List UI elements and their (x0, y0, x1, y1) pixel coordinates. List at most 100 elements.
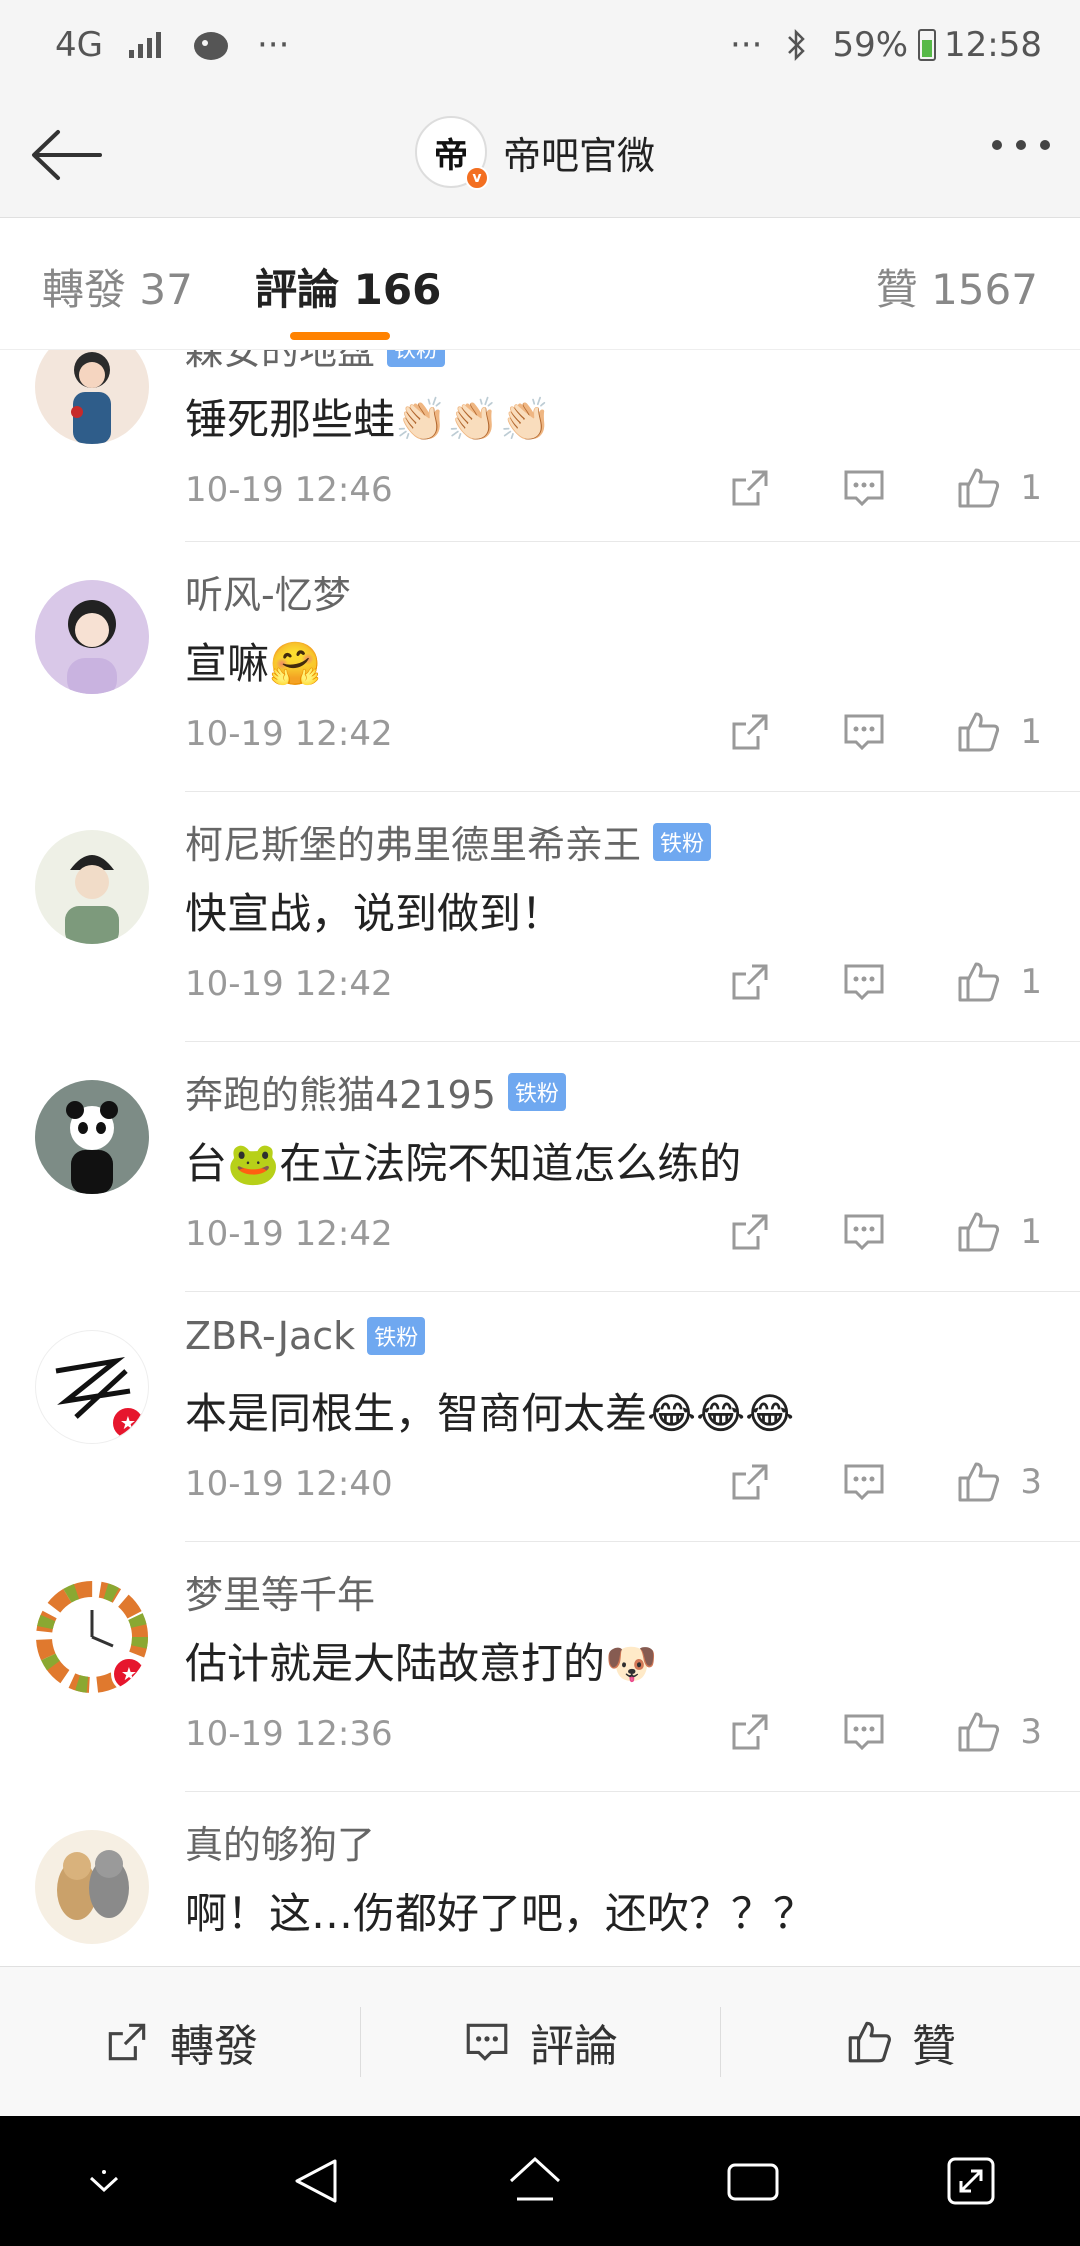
avatar[interactable] (35, 830, 149, 944)
hide-keyboard-icon[interactable] (79, 2156, 129, 2206)
comment-text: 宣嘛🤗 (185, 639, 322, 688)
comment-button[interactable]: 評論 (360, 1967, 720, 2116)
account-avatar[interactable]: 帝 v (415, 116, 489, 190)
nav-recents-icon[interactable] (723, 2151, 783, 2211)
comment-text: 快宣战，说到做到！ (185, 889, 564, 938)
clock: 12:58 (944, 25, 1042, 65)
reply-icon[interactable] (840, 1708, 888, 1756)
status-bar: 4G ··· ··· 59% 12:58 (0, 0, 1080, 90)
vip-icon: ★ (111, 1656, 147, 1692)
dot-icon (1016, 140, 1026, 150)
comment-list[interactable]: 森安的地盘 铁粉 锤死那些蛙👏🏻👏🏻👏🏻 10-19 12:46 1 听风-忆梦 … (0, 350, 1080, 1965)
comment-item: 森安的地盘 铁粉 锤死那些蛙👏🏻👏🏻👏🏻 10-19 12:46 1 (35, 350, 1080, 542)
share-icon[interactable] (726, 708, 774, 756)
bluetooth-icon (788, 28, 806, 62)
comment-time: 10-19 12:40 (185, 1464, 393, 1504)
like-count: 1 (1020, 712, 1042, 752)
battery-icon (918, 29, 937, 61)
share-icon[interactable] (726, 1208, 774, 1256)
like-icon[interactable] (954, 958, 1002, 1006)
bottom-action-bar: 轉發 評論 贊 (0, 1966, 1080, 2116)
comment-username[interactable]: 梦里等千年 (185, 1564, 375, 1619)
comment-actions: 3 (660, 1458, 1042, 1506)
reply-icon[interactable] (840, 464, 888, 512)
like-icon[interactable] (954, 708, 1002, 756)
share-icon[interactable] (726, 464, 774, 512)
signal-icon (128, 32, 161, 58)
fan-badge: 铁粉 (507, 1072, 566, 1111)
share-icon[interactable] (726, 1458, 774, 1506)
repost-label: 轉發 (170, 2020, 258, 2072)
share-icon[interactable] (726, 958, 774, 1006)
tab-repost[interactable]: 轉發 37 (42, 256, 193, 317)
comment-text: 啊！这…伤都好了吧，还吹？？？ (185, 1889, 816, 1938)
like-count: 1 (1020, 1212, 1042, 1252)
more-options-button[interactable] (992, 140, 1050, 150)
vip-icon: ★ (110, 1405, 146, 1441)
like-icon[interactable] (954, 464, 1002, 512)
avatar[interactable] (35, 580, 149, 694)
reply-icon[interactable] (840, 1208, 888, 1256)
battery-percent: 59% (832, 25, 909, 65)
tab-likes[interactable]: 贊 1567 (876, 256, 1038, 317)
nav-home-icon[interactable] (505, 2151, 565, 2211)
back-button[interactable] (28, 120, 108, 190)
fan-badge: 铁粉 (387, 350, 446, 367)
comment-text: 本是同根生，智商何太差😂😂😂 (185, 1389, 795, 1438)
like-button[interactable]: 贊 (720, 1967, 1080, 2116)
comment-item: ★ 梦里等千年 估计就是大陆故意打的🐶 10-19 12:36 3 (35, 1542, 1080, 1792)
avatar[interactable]: ★ (35, 1580, 149, 1694)
like-count: 3 (1020, 1462, 1042, 1502)
comment-time: 10-19 12:42 (185, 1214, 393, 1254)
comment-actions: 1 (660, 1208, 1042, 1256)
dot-icon (1040, 140, 1050, 150)
app-notification-icon (193, 32, 228, 60)
comment-username[interactable]: 真的够狗了 (185, 1814, 375, 1869)
comment-time: 10-19 12:42 (185, 714, 393, 754)
comment-username[interactable]: 奔跑的熊猫42195 (185, 1064, 496, 1119)
share-icon (108, 2023, 146, 2060)
nav-back-icon[interactable] (287, 2151, 347, 2211)
back-arrow-icon (32, 130, 102, 180)
fan-badge: 铁粉 (653, 822, 712, 861)
like-label: 贊 (912, 2020, 956, 2072)
comment-username[interactable]: 柯尼斯堡的弗里德里希亲王 (185, 814, 641, 869)
comment-text: 锤死那些蛙👏🏻👏🏻👏🏻 (185, 395, 552, 444)
like-count: 1 (1020, 962, 1042, 1002)
avatar[interactable] (35, 1830, 149, 1944)
share-icon[interactable] (726, 1708, 774, 1756)
comment-username[interactable]: 森安的地盘 (185, 350, 375, 375)
comment-text: 估计就是大陆故意打的🐶 (185, 1639, 658, 1688)
page-title: 帝吧官微 (503, 133, 656, 178)
comment-time: 10-19 12:46 (185, 470, 393, 510)
comment-item: 听风-忆梦 宣嘛🤗 10-19 12:42 1 (35, 542, 1080, 792)
rotate-screen-icon[interactable] (941, 2151, 1001, 2211)
avatar[interactable] (35, 350, 149, 444)
comment-item: 奔跑的熊猫42195 铁粉 台🐸在立法院不知道怎么练的 10-19 12:42 1 (35, 1042, 1080, 1292)
active-tab-indicator (290, 332, 390, 340)
avatar[interactable] (35, 1080, 149, 1194)
reply-icon[interactable] (840, 958, 888, 1006)
comment-icon (466, 2023, 508, 2061)
tab-comments[interactable]: 評論 166 (255, 256, 441, 317)
dot-icon (992, 140, 1002, 150)
avatar[interactable]: ★ (35, 1330, 149, 1444)
like-icon (848, 2021, 891, 2062)
like-icon[interactable] (954, 1208, 1002, 1256)
comment-item: 柯尼斯堡的弗里德里希亲王 铁粉 快宣战，说到做到！ 10-19 12:42 1 (35, 792, 1080, 1042)
comment-item: ★ ZBR-Jack 铁粉 本是同根生，智商何太差😂😂😂 10-19 12:40 … (35, 1292, 1080, 1542)
comment-time: 10-19 12:36 (185, 1714, 393, 1754)
comment-text: 台🐸在立法院不知道怎么练的 (185, 1139, 742, 1188)
like-icon[interactable] (954, 1708, 1002, 1756)
reply-icon[interactable] (840, 1458, 888, 1506)
repost-button[interactable]: 轉發 (0, 1967, 360, 2116)
avatar-logo: 帝 (434, 135, 468, 176)
reply-icon[interactable] (840, 708, 888, 756)
more-notifications: ··· (256, 25, 290, 65)
status-dots: ··· (730, 25, 763, 65)
like-icon[interactable] (954, 1458, 1002, 1506)
comment-username[interactable]: 听风-忆梦 (185, 564, 351, 619)
comment-username[interactable]: ZBR-Jack (185, 1314, 355, 1358)
header-account[interactable]: 帝 v 帝吧官微 (415, 116, 656, 190)
comment-actions: 3 (660, 1708, 1042, 1756)
